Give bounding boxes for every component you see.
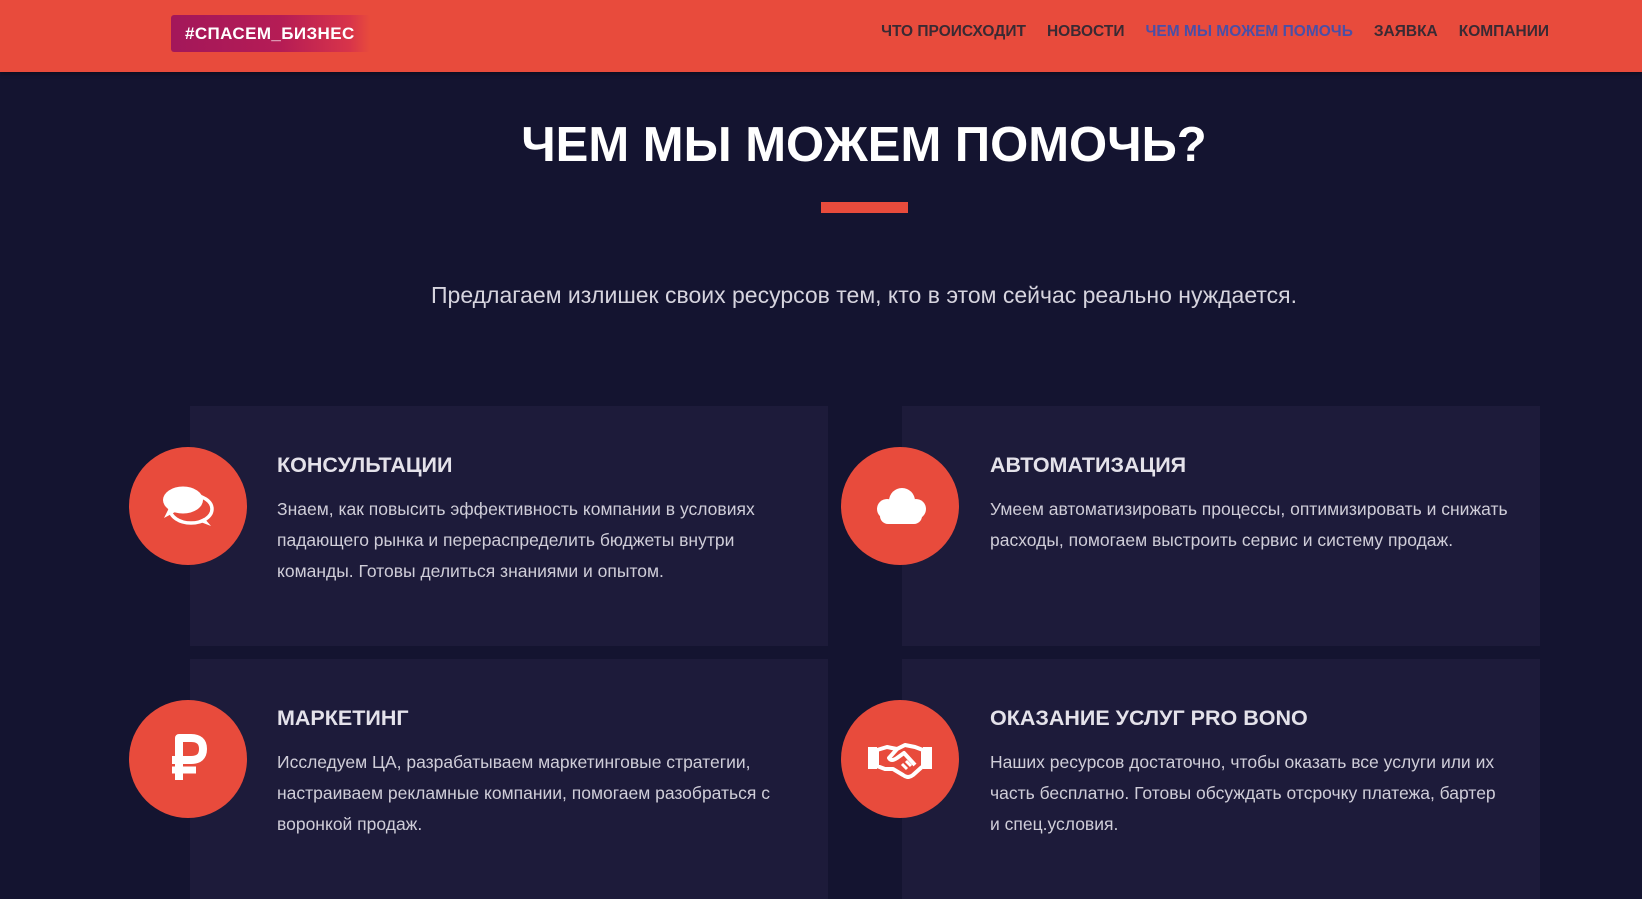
chat-bubbles-icon (163, 486, 214, 526)
ruble-icon (172, 734, 207, 780)
main-nav: ЧТО ПРОИСХОДИТ НОВОСТИ ЧЕМ МЫ МОЖЕМ ПОМО… (860, 22, 1549, 42)
service-icon-circle (129, 700, 247, 818)
service-description: Знаем, как повысить эффективность компан… (277, 499, 755, 581)
service-title: АВТОМАТИЗАЦИЯ (990, 453, 1187, 477)
logo[interactable]: #СПАСЕМ_БИЗНЕС (171, 15, 370, 52)
page-title: ЧЕМ МЫ МОЖЕМ ПОМОЧЬ? (521, 118, 1207, 172)
service-icon-circle (129, 447, 247, 565)
handshake-icon (868, 743, 932, 779)
service-title: КОНСУЛЬТАЦИИ (277, 453, 453, 477)
page-subtitle: Предлагаем излишек своих ресурсов тем, к… (431, 282, 1297, 308)
service-description: Наших ресурсов достаточно, чтобы оказать… (990, 752, 1496, 834)
nav-item-news[interactable]: НОВОСТИ (1047, 22, 1125, 42)
service-icon-circle (841, 700, 959, 818)
service-icon-circle (841, 447, 959, 565)
service-title: МАРКЕТИНГ (277, 706, 409, 730)
nav-item-companies[interactable]: КОМПАНИИ (1459, 22, 1549, 42)
cloud-icon (877, 488, 926, 524)
nav-item-application[interactable]: ЗАЯВКА (1374, 22, 1438, 42)
nav-item-how-we-help[interactable]: ЧЕМ МЫ МОЖЕМ ПОМОЧЬ (1145, 22, 1352, 42)
site-header: #СПАСЕМ_БИЗНЕС ЧТО ПРОИСХОДИТ НОВОСТИ ЧЕ… (0, 0, 1642, 72)
title-divider (821, 202, 908, 213)
service-description: Умеем автоматизировать процессы, оптимиз… (990, 499, 1508, 550)
nav-item-what-happens[interactable]: ЧТО ПРОИСХОДИТ (881, 22, 1026, 42)
service-description: Исследуем ЦА, разрабатываем маркетинговы… (277, 752, 770, 834)
service-title: ОКАЗАНИЕ УСЛУГ PRO BONO (990, 706, 1308, 730)
